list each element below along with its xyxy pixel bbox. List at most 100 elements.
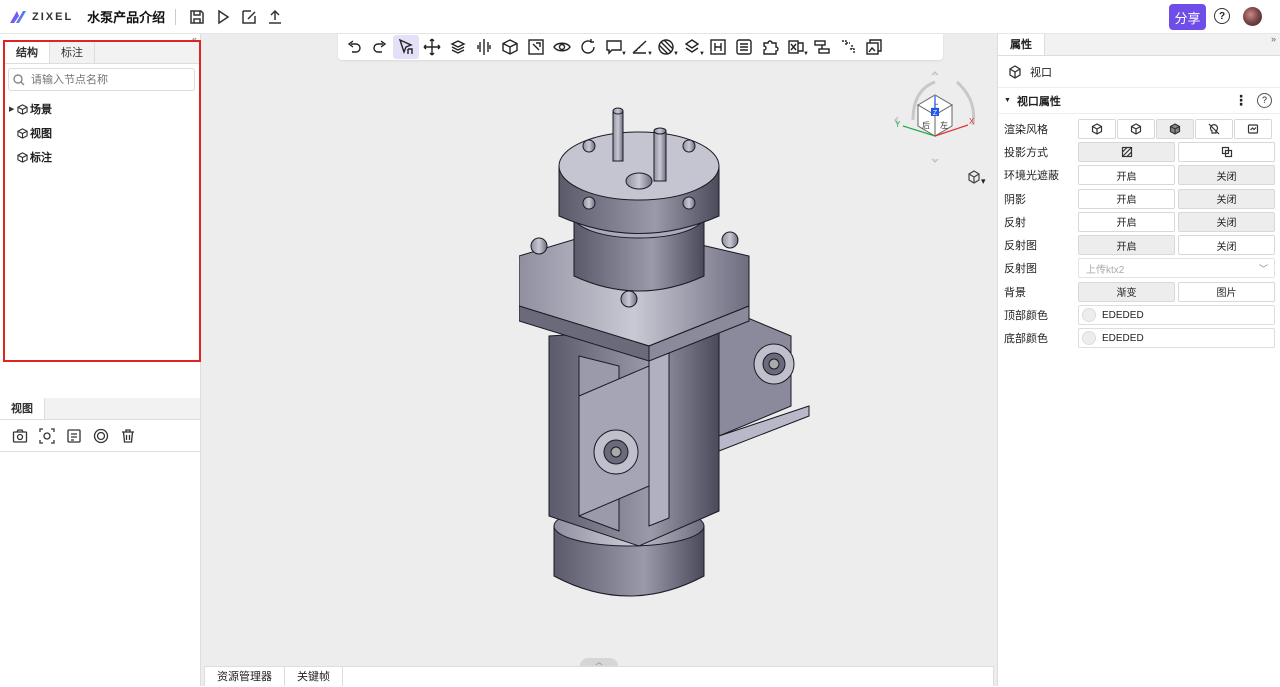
bottom-color-picker[interactable]: EDEDED: [1078, 328, 1275, 349]
node-search-input[interactable]: [31, 73, 191, 86]
zixel-logo[interactable]: ZIXEL: [8, 8, 73, 26]
color-swatch[interactable]: [1082, 308, 1096, 323]
tab-view[interactable]: 视图: [0, 398, 45, 419]
reflection-map-on-button[interactable]: 开启: [1078, 235, 1175, 256]
select-tool[interactable]: [393, 35, 419, 59]
ao-off-button[interactable]: 关闭: [1178, 165, 1275, 186]
delete-view-button[interactable]: [118, 426, 138, 446]
export-button[interactable]: [262, 4, 288, 30]
excel-tool[interactable]: ▼: [783, 35, 809, 59]
path-tool[interactable]: [835, 35, 861, 59]
view-list-button[interactable]: [64, 426, 84, 446]
render-sketch-button[interactable]: [1234, 118, 1272, 139]
explode-tool[interactable]: [445, 35, 471, 59]
tree-item-label: 场景: [30, 104, 52, 116]
ao-options: 开启 关闭: [1078, 165, 1275, 186]
prop-reflection-map-upload: 反射图 上传ktx2 ﹀: [998, 257, 1280, 280]
view-cube[interactable]: 上 后 左 Z X Y: [893, 70, 977, 170]
tab-asset-manager[interactable]: 资源管理器: [205, 667, 285, 686]
avatar[interactable]: [1243, 7, 1262, 26]
upload-placeholder: 上传ktx2: [1086, 264, 1125, 276]
ktx2-upload-select[interactable]: 上传ktx2 ﹀: [1078, 258, 1275, 279]
capture-view-button[interactable]: [10, 426, 30, 446]
view-mode-dropdown[interactable]: ▾: [967, 170, 986, 187]
axis-x-label: X: [969, 117, 975, 126]
tab-keyframes[interactable]: 关键帧: [285, 667, 343, 686]
render-solid-button[interactable]: [1156, 118, 1194, 139]
divider: [175, 8, 177, 25]
isolate-tool[interactable]: [549, 35, 575, 59]
move-tool[interactable]: [419, 35, 445, 59]
background-options: 渐变 图片: [1078, 281, 1275, 302]
tab-structure[interactable]: 结构: [5, 42, 50, 63]
sketch-icon: [1247, 124, 1259, 134]
help-icon[interactable]: ?: [1214, 8, 1230, 24]
focus-view-button[interactable]: [37, 426, 57, 446]
top-color-picker[interactable]: EDEDED: [1078, 305, 1275, 326]
collapse-right-icon[interactable]: »: [1271, 34, 1276, 44]
cube-right-label: 左: [940, 120, 948, 130]
axis-z-label: Z: [933, 110, 938, 117]
more-icon[interactable]: ⋮: [1234, 92, 1248, 109]
plugin-tool[interactable]: [757, 35, 783, 59]
dimension-tool[interactable]: [705, 35, 731, 59]
section-title: 视口属性: [1016, 95, 1061, 108]
cube-icon: [502, 39, 518, 55]
prop-reflection: 反射 开启 关闭: [998, 210, 1280, 233]
align-tool[interactable]: [809, 35, 835, 59]
play-button[interactable]: [210, 4, 236, 30]
render-no-light-button[interactable]: [1195, 118, 1233, 139]
tree-item-view[interactable]: 视图: [5, 121, 199, 145]
render-shaded-button[interactable]: [1078, 118, 1116, 139]
target-button[interactable]: [91, 426, 111, 446]
help-icon[interactable]: ?: [1257, 93, 1272, 108]
properties-list: 渲染风格 投影方式 环境光遮蔽 开启 关闭 阴影 开启 关闭 反射 开启 关闭 …: [998, 114, 1280, 350]
axis-y-label: Y: [895, 120, 901, 129]
rotate-tool[interactable]: [575, 35, 601, 59]
fit-view-tool[interactable]: [523, 35, 549, 59]
share-button[interactable]: 分享: [1169, 4, 1206, 30]
section-tool[interactable]: [471, 35, 497, 59]
undo-button[interactable]: [341, 35, 367, 59]
shadow-on-button[interactable]: 开启: [1078, 188, 1175, 209]
expand-arrow-icon[interactable]: ▶: [9, 105, 17, 113]
tree-item-scene[interactable]: ▶ 场景: [5, 97, 199, 121]
tab-properties[interactable]: 属性: [998, 34, 1045, 55]
rotate-icon: [581, 39, 595, 54]
tree-item-annotation[interactable]: 标注: [5, 145, 199, 169]
node-search[interactable]: [8, 68, 195, 91]
bg-gradient-button[interactable]: 渐变: [1078, 281, 1175, 302]
collapse-triangle-icon[interactable]: ▼: [1004, 97, 1011, 104]
redo-button[interactable]: [367, 35, 393, 59]
structure-tabs: 结构 标注: [5, 42, 199, 64]
annotate-tool[interactable]: ▼: [601, 35, 627, 59]
gallery-tool[interactable]: [861, 35, 887, 59]
perspective-button[interactable]: [1078, 141, 1175, 162]
viewport-properties-header[interactable]: ▼ 视口属性 ⋮ ?: [998, 88, 1280, 114]
environment-tool[interactable]: ▼: [679, 35, 705, 59]
reflection-map-off-button[interactable]: 关闭: [1178, 235, 1275, 256]
render-wire-button[interactable]: [1117, 118, 1155, 139]
material-tool[interactable]: ▼: [653, 35, 679, 59]
prop-label: 渲染风格: [1004, 123, 1048, 136]
edit-button[interactable]: [236, 4, 262, 30]
shadow-off-button[interactable]: 关闭: [1178, 188, 1275, 209]
color-swatch[interactable]: [1082, 331, 1096, 346]
camera-icon: [12, 429, 28, 443]
viewport-canvas[interactable]: ▼ ▼ ▼ ▼ ▼ 后 左 Z X Y ▾ ︿ 资源管理器 关键帧: [201, 34, 997, 686]
cube-edges-icon: [1091, 122, 1103, 135]
bg-image-button[interactable]: 图片: [1178, 281, 1275, 302]
box-view-tool[interactable]: [497, 35, 523, 59]
measure-tool[interactable]: ▼: [627, 35, 653, 59]
bom-tool[interactable]: [731, 35, 757, 59]
tab-annotation[interactable]: 标注: [50, 42, 95, 63]
pump-model[interactable]: [519, 106, 819, 606]
orthographic-button[interactable]: [1178, 141, 1275, 162]
pointer-icon: [398, 38, 413, 55]
ao-on-button[interactable]: 开启: [1078, 165, 1175, 186]
expand-bottom-handle[interactable]: ︿: [580, 658, 618, 666]
save-button[interactable]: [184, 4, 210, 30]
reflection-on-button[interactable]: 开启: [1078, 211, 1175, 232]
reflection-off-button[interactable]: 关闭: [1178, 211, 1275, 232]
prop-reflection-map: 反射图 开启 关闭: [998, 233, 1280, 256]
